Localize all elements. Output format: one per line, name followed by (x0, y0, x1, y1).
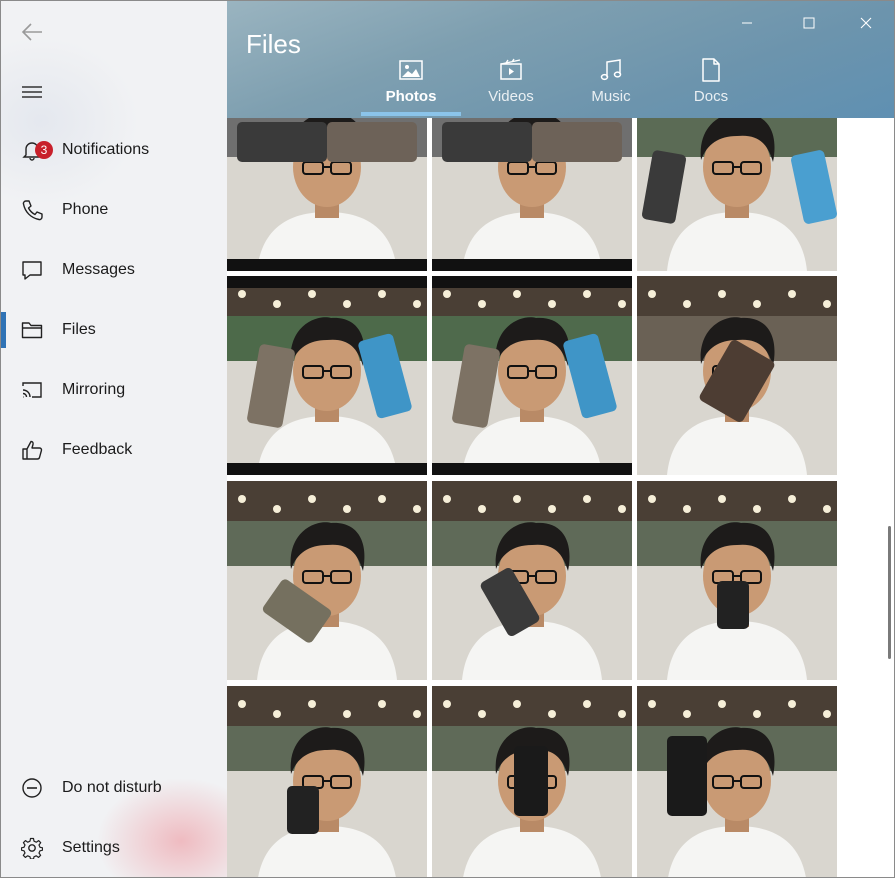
sidebar-item-feedback[interactable]: Feedback (1, 421, 227, 479)
tab-label: Videos (488, 88, 534, 105)
photo-thumbnail[interactable] (227, 481, 427, 680)
your-phone-window: Notifications 3 Phone Messages Files Mir… (0, 0, 895, 878)
tab-videos[interactable]: Videos (461, 55, 561, 115)
back-arrow-icon[interactable] (18, 19, 46, 45)
minimize-button[interactable] (724, 9, 770, 37)
sidebar-item-label: Phone (62, 201, 109, 218)
notification-count-badge: 3 (35, 141, 53, 159)
do-not-disturb-icon (20, 776, 44, 800)
photo-thumbnail[interactable] (637, 481, 837, 680)
sidebar: Notifications 3 Phone Messages Files Mir… (1, 1, 227, 877)
photo-thumbnail[interactable] (227, 686, 427, 877)
sidebar-item-settings[interactable]: Settings (1, 819, 227, 877)
cast-icon (20, 378, 44, 402)
tab-label: Music (591, 88, 631, 105)
gear-icon (20, 836, 44, 860)
tab-music[interactable]: Music (561, 55, 661, 115)
page-title: Files (246, 29, 301, 59)
thumbs-up-icon (20, 438, 44, 462)
photo-thumbnail[interactable] (432, 118, 632, 271)
message-icon (20, 258, 44, 282)
sidebar-item-label: Files (62, 321, 96, 338)
photo-grid (227, 118, 894, 877)
maximize-button[interactable] (786, 9, 832, 37)
video-icon (496, 55, 526, 85)
photo-thumbnail[interactable] (637, 686, 837, 877)
close-button[interactable] (843, 9, 889, 37)
sidebar-item-phone[interactable]: Phone (1, 181, 227, 239)
sidebar-item-label: Mirroring (62, 381, 126, 398)
tab-label: Photos (385, 88, 437, 105)
scrollbar-thumb[interactable] (888, 526, 891, 659)
photo-icon (396, 55, 426, 85)
sidebar-item-mirroring[interactable]: Mirroring (1, 361, 227, 419)
sidebar-item-do-not-disturb[interactable]: Do not disturb (1, 759, 227, 817)
tab-photos[interactable]: Photos (361, 55, 461, 115)
active-tab-indicator (361, 112, 461, 116)
sidebar-item-label: Notifications (62, 141, 150, 158)
sidebar-item-messages[interactable]: Messages (1, 241, 227, 299)
photo-thumbnail[interactable] (637, 276, 837, 475)
phone-icon (20, 198, 44, 222)
sidebar-item-label: Settings (62, 839, 120, 856)
tab-label: Docs (693, 88, 729, 105)
music-icon (596, 55, 626, 85)
document-icon (696, 55, 726, 85)
folder-icon (20, 318, 44, 342)
sidebar-item-label: Feedback (62, 441, 133, 458)
sidebar-item-files[interactable]: Files (1, 301, 227, 359)
tab-docs[interactable]: Docs (661, 55, 761, 115)
photo-thumbnail[interactable] (227, 276, 427, 475)
files-header: Files Photos Videos Music Docs (227, 1, 894, 118)
sidebar-item-label: Do not disturb (62, 779, 162, 796)
photo-thumbnail[interactable] (432, 481, 632, 680)
photo-thumbnail[interactable] (432, 686, 632, 877)
photo-thumbnail[interactable] (432, 276, 632, 475)
photo-thumbnail[interactable] (227, 118, 427, 271)
hamburger-icon[interactable] (18, 79, 46, 105)
sidebar-item-label: Messages (62, 261, 135, 278)
photo-thumbnail[interactable] (637, 118, 837, 271)
